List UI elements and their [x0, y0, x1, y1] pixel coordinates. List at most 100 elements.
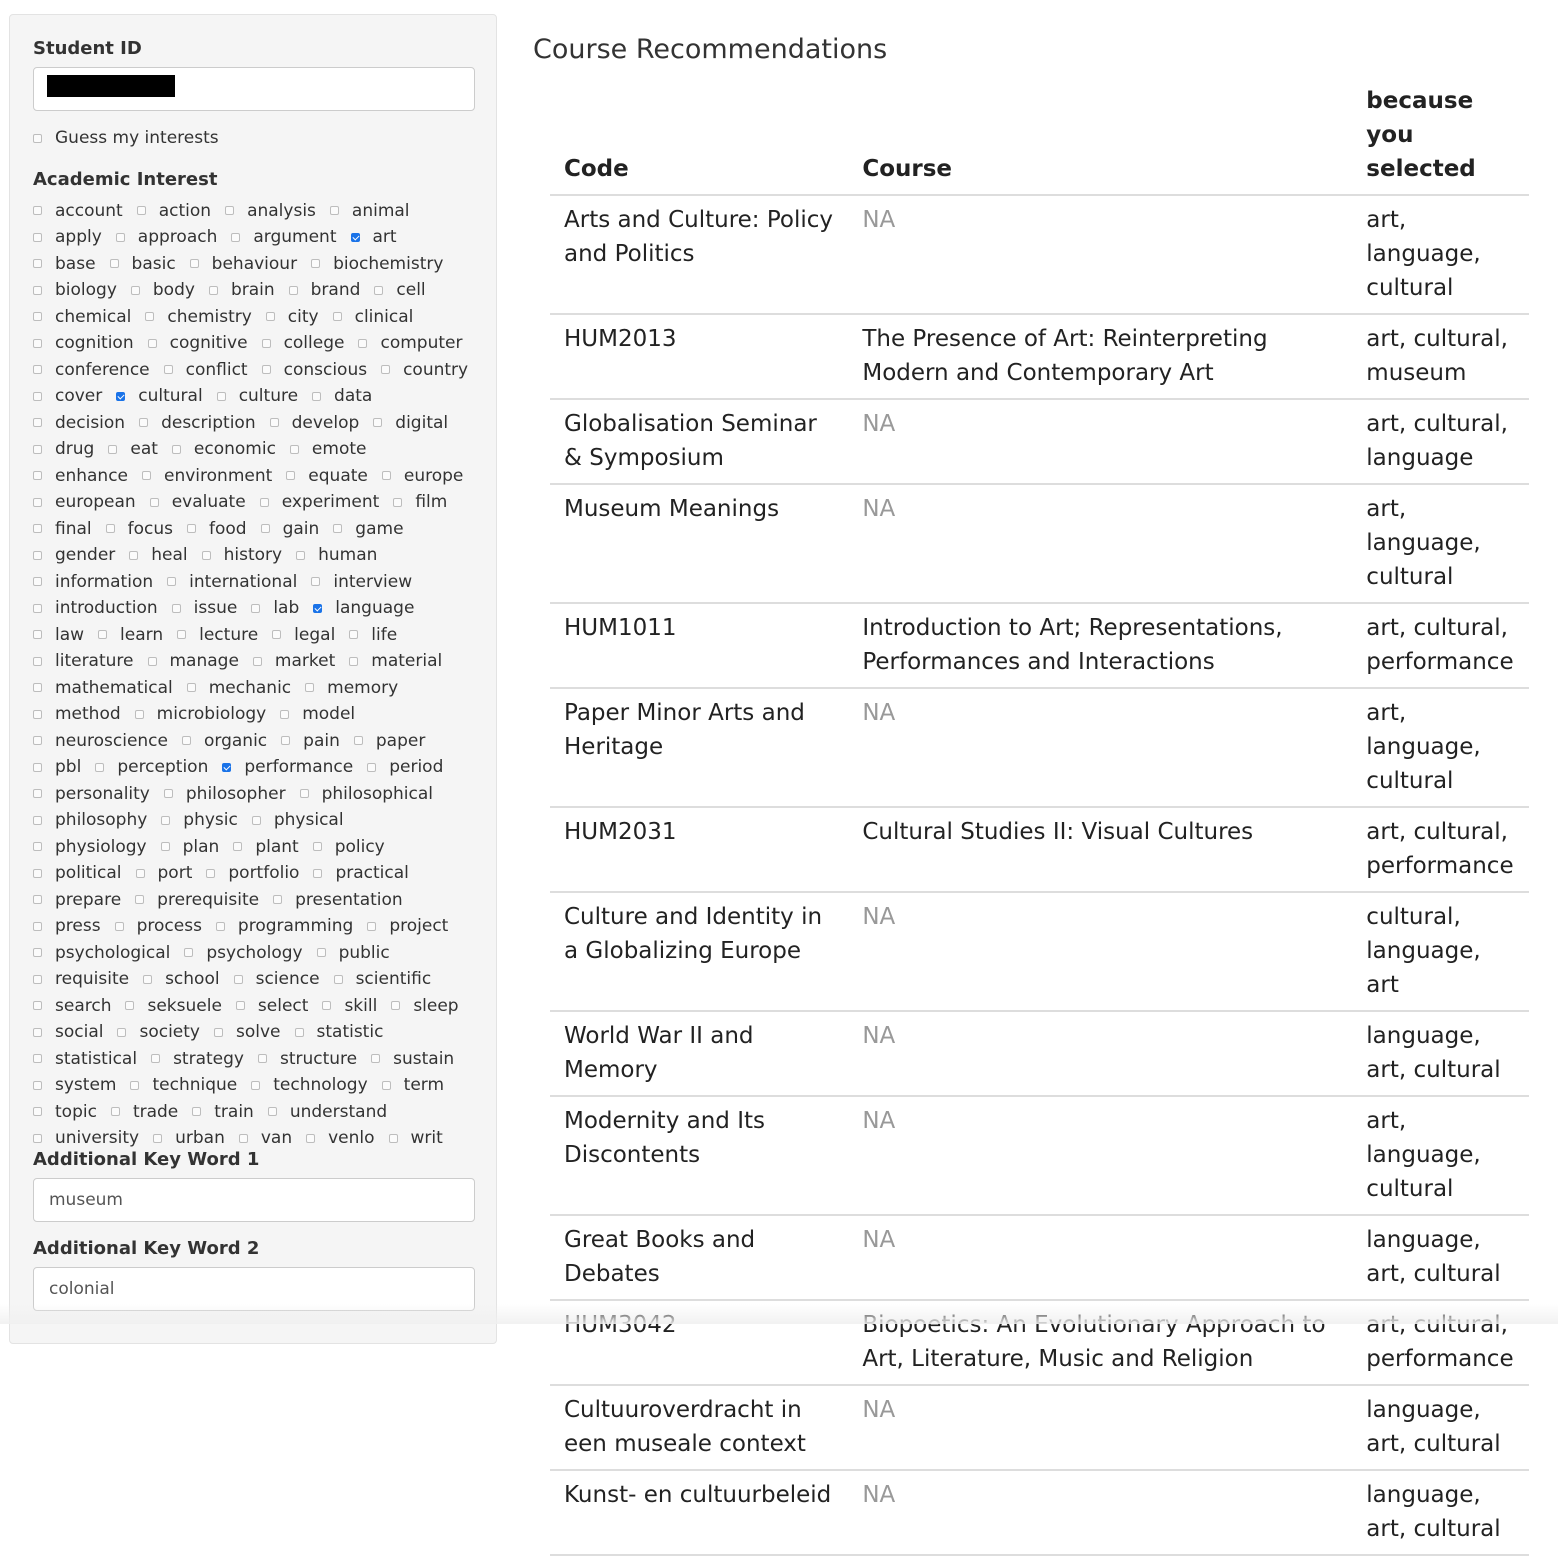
interest-checkbox[interactable]: [251, 1080, 261, 1090]
interest-option[interactable]: school: [143, 966, 220, 992]
interest-checkbox[interactable]: [33, 1133, 42, 1143]
interest-checkbox[interactable]: [33, 762, 42, 772]
interest-checkbox[interactable]: [393, 497, 403, 507]
interest-checkbox[interactable]: [33, 656, 42, 666]
interest-option[interactable]: search: [33, 993, 111, 1019]
interest-checkbox[interactable]: [125, 1001, 135, 1010]
interest-checkbox[interactable]: [381, 365, 391, 374]
interest-option[interactable]: equate: [286, 463, 368, 489]
interest-option[interactable]: brand: [288, 277, 360, 303]
interest-option[interactable]: mathematical: [33, 675, 173, 701]
interest-checkbox[interactable]: [306, 1133, 316, 1143]
interest-checkbox[interactable]: [311, 577, 321, 586]
interest-checkbox[interactable]: [98, 630, 108, 639]
interest-option[interactable]: paper: [353, 728, 425, 754]
interest-checkbox[interactable]: [33, 471, 42, 480]
interest-option[interactable]: digital: [373, 410, 448, 436]
interest-checkbox[interactable]: [33, 338, 42, 348]
interest-option[interactable]: term: [381, 1072, 444, 1098]
interest-checkbox[interactable]: [33, 974, 42, 984]
interest-option[interactable]: lab: [251, 595, 299, 621]
interest-option[interactable]: film: [393, 489, 447, 515]
interest-checkbox[interactable]: [153, 1133, 163, 1143]
interest-option[interactable]: cognition: [33, 330, 134, 356]
interest-checkbox[interactable]: [182, 736, 191, 745]
interest-checkbox[interactable]: [163, 789, 173, 798]
interest-option[interactable]: market: [252, 648, 335, 674]
interest-checkbox[interactable]: [130, 1080, 140, 1090]
interest-option[interactable]: technology: [251, 1072, 368, 1098]
interest-option[interactable]: topic: [33, 1099, 97, 1125]
interest-option[interactable]: description: [139, 410, 256, 436]
interest-checkbox[interactable]: [33, 497, 42, 507]
interest-option[interactable]: plan: [160, 834, 219, 860]
interest-checkbox[interactable]: [367, 762, 377, 772]
interest-checkbox[interactable]: [251, 603, 261, 613]
interest-checkbox[interactable]: [145, 312, 155, 321]
interest-checkbox[interactable]: [143, 974, 153, 984]
interest-option[interactable]: system: [33, 1072, 116, 1098]
interest-option[interactable]: college: [261, 330, 344, 356]
interest-checkbox[interactable]: [208, 285, 218, 295]
interest-checkbox[interactable]: [136, 206, 146, 215]
interest-checkbox[interactable]: [312, 391, 322, 401]
interest-checkbox[interactable]: [33, 815, 42, 825]
interest-option[interactable]: understand: [267, 1099, 387, 1125]
interest-checkbox[interactable]: [33, 206, 42, 215]
interest-option[interactable]: action: [136, 198, 211, 224]
interest-checkbox[interactable]: [33, 550, 42, 560]
interest-option[interactable]: cell: [374, 277, 426, 303]
interest-option[interactable]: method: [33, 701, 121, 727]
interest-checkbox[interactable]: [192, 1107, 202, 1116]
interest-option[interactable]: sleep: [391, 993, 459, 1019]
interest-option[interactable]: train: [192, 1099, 254, 1125]
interest-option[interactable]: account: [33, 198, 123, 224]
interest-option[interactable]: life: [349, 622, 397, 648]
guess-interests-checkbox[interactable]: [33, 133, 42, 143]
interest-option[interactable]: physiology: [33, 834, 147, 860]
interest-option[interactable]: conference: [33, 357, 150, 383]
interest-option[interactable]: gender: [33, 542, 115, 568]
interest-option[interactable]: issue: [171, 595, 237, 621]
interest-option[interactable]: van: [238, 1125, 292, 1151]
interest-checkbox[interactable]: [189, 259, 199, 268]
interest-checkbox[interactable]: [235, 1001, 245, 1010]
interest-checkbox[interactable]: [147, 338, 157, 348]
interest-checkbox[interactable]: [116, 391, 126, 401]
interest-option[interactable]: base: [33, 251, 96, 277]
interest-option[interactable]: requisite: [33, 966, 129, 992]
interest-checkbox[interactable]: [33, 789, 42, 798]
interest-checkbox[interactable]: [225, 206, 235, 215]
interest-checkbox[interactable]: [142, 471, 152, 480]
interest-checkbox[interactable]: [33, 948, 42, 957]
interest-checkbox[interactable]: [117, 1027, 127, 1037]
interest-checkbox[interactable]: [186, 683, 196, 692]
interest-checkbox[interactable]: [257, 1054, 267, 1063]
interest-checkbox[interactable]: [312, 842, 322, 851]
interest-option[interactable]: cultural: [116, 383, 203, 409]
interest-checkbox[interactable]: [350, 232, 360, 242]
interest-checkbox[interactable]: [33, 418, 42, 427]
interest-option[interactable]: manage: [147, 648, 239, 674]
interest-checkbox[interactable]: [316, 948, 326, 957]
interest-option[interactable]: animal: [329, 198, 410, 224]
interest-checkbox[interactable]: [272, 630, 282, 639]
interest-option[interactable]: period: [367, 754, 443, 780]
interest-checkbox[interactable]: [252, 656, 262, 666]
interest-option[interactable]: venlo: [306, 1125, 375, 1151]
interest-checkbox[interactable]: [108, 444, 118, 454]
interest-checkbox[interactable]: [259, 497, 269, 507]
interest-checkbox[interactable]: [296, 550, 306, 560]
interest-option[interactable]: legal: [272, 622, 335, 648]
interest-option[interactable]: culture: [216, 383, 298, 409]
interest-checkbox[interactable]: [371, 1054, 381, 1063]
interest-option[interactable]: philosopher: [163, 781, 286, 807]
interest-option[interactable]: analysis: [225, 198, 316, 224]
interest-option[interactable]: seksuele: [125, 993, 222, 1019]
interest-option[interactable]: literature: [33, 648, 134, 674]
interest-option[interactable]: policy: [312, 834, 385, 860]
interest-checkbox[interactable]: [206, 868, 216, 878]
interest-option[interactable]: skill: [322, 993, 377, 1019]
interest-option[interactable]: political: [33, 860, 122, 886]
interest-checkbox[interactable]: [129, 550, 139, 560]
